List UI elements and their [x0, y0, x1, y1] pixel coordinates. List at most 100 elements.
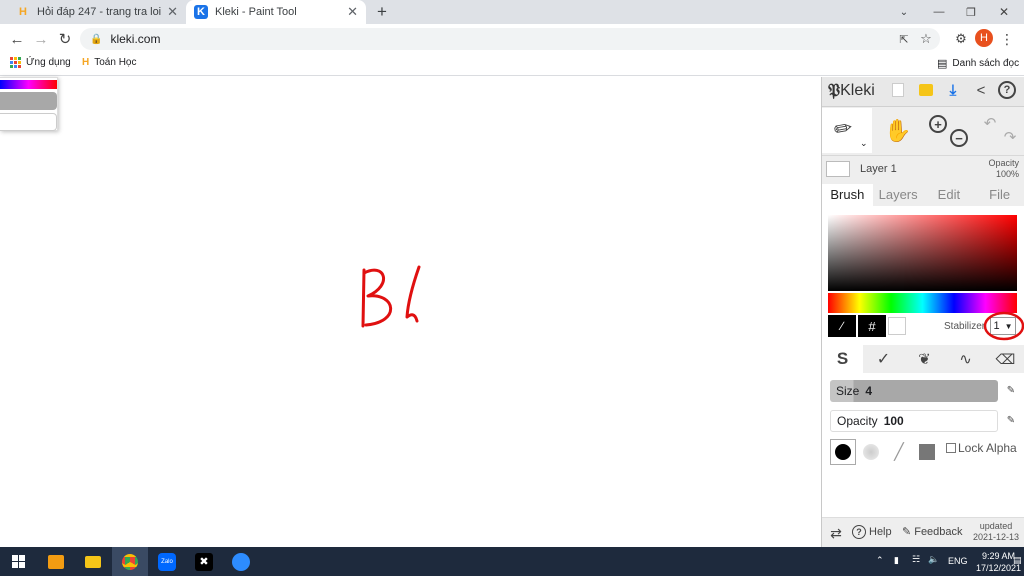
layer-row[interactable]: Layer 1 Opacity 100%	[822, 155, 1024, 183]
url-text: kleki.com	[110, 32, 161, 46]
minimize-button[interactable]: —	[930, 3, 948, 21]
sketchy-brush-icon[interactable]: ❦	[904, 345, 945, 373]
square-tip-button[interactable]	[914, 439, 940, 465]
popup-field[interactable]	[0, 113, 57, 131]
swap-side-icon[interactable]: ⇄	[828, 525, 844, 541]
chevron-down-icon: ⌄	[860, 138, 868, 148]
profile-avatar[interactable]: H	[975, 29, 993, 47]
bookmark-star-icon[interactable]: ☆	[918, 31, 934, 47]
tab-edit[interactable]: Edit	[924, 184, 975, 206]
chisel-tip-icon[interactable]: ╱	[886, 439, 912, 465]
close-tab-icon[interactable]: ✕	[167, 4, 178, 20]
zoom-app-icon[interactable]	[223, 547, 259, 576]
eraser-icon[interactable]: ⌫	[986, 345, 1024, 373]
size-value: 4	[865, 384, 873, 398]
reload-icon[interactable]: ↻	[56, 30, 74, 48]
maximize-button[interactable]: ❐	[962, 3, 980, 21]
tab-search-chevron-icon[interactable]: ⌄	[895, 3, 913, 21]
tray-chevron-icon[interactable]: ⌃	[876, 555, 884, 566]
help-label: Help	[869, 526, 892, 538]
tab-title: Hỏi đáp 247 - trang tra loi	[37, 6, 162, 18]
apps-label: Ứng dụng	[26, 57, 71, 68]
menu-kebab-icon[interactable]: ⋮	[1000, 30, 1014, 48]
new-tab-button[interactable]: +	[372, 2, 392, 22]
reading-list-bookmark[interactable]: ▤ Danh sách đọc	[937, 57, 1019, 70]
panel-tabs: Brush Layers Edit File	[822, 184, 1024, 206]
media-player-icon[interactable]	[38, 547, 74, 576]
help-icon[interactable]: ?	[998, 81, 1016, 99]
kleki-side-panel: 𝔓 Kleki ⤓ < ? ✏ ⌄ ✋ + − ↶ ↷ Layer 1 Opac…	[821, 77, 1024, 547]
language-indicator[interactable]: ENG	[948, 556, 968, 566]
share-page-icon[interactable]: ⇱	[896, 31, 912, 47]
extensions-icon[interactable]: ⚙	[952, 30, 970, 48]
pen-brush-icon[interactable]: S	[822, 345, 863, 373]
soft-tip-button[interactable]	[858, 439, 884, 465]
secondary-color-swatch[interactable]	[888, 317, 906, 335]
forward-arrow-icon[interactable]: →	[32, 30, 50, 48]
popup-slider[interactable]	[0, 92, 57, 110]
saturation-value-picker[interactable]	[828, 215, 1017, 291]
size-slider[interactable]: Size 4	[830, 380, 998, 402]
new-image-icon[interactable]	[892, 83, 904, 97]
hue-strip[interactable]	[0, 80, 57, 89]
hand-tool-icon[interactable]: ✋	[882, 115, 914, 147]
help-button[interactable]: ? Help	[852, 525, 892, 539]
opacity-slider[interactable]: Opacity 100	[830, 410, 998, 432]
feedback-button[interactable]: ✎ Feedback	[902, 525, 963, 539]
address-bar[interactable]: 🔒 kleki.com ⇱ ☆	[80, 28, 940, 50]
kleki-logo-text: Kleki	[840, 82, 875, 99]
eyedropper-icon[interactable]: ∕	[828, 315, 856, 337]
tab-strip: H Hỏi đáp 247 - trang tra loi ✕ K Kleki …	[0, 0, 1024, 24]
hand-drawn-strokes	[361, 265, 421, 328]
chrome-icon[interactable]	[112, 547, 148, 576]
toan-hoc-label: Toán Học	[94, 57, 137, 68]
updated-info: updated 2021-12-13	[973, 521, 1019, 543]
tab-brush[interactable]: Brush	[822, 184, 873, 206]
notification-icon[interactable]: ▤	[1013, 555, 1022, 566]
share-icon[interactable]: <	[972, 81, 990, 99]
tab-kleki[interactable]: K Kleki - Paint Tool ✕	[186, 0, 366, 24]
lock-alpha-checkbox[interactable]: Lock Alpha	[946, 441, 1017, 455]
wifi-icon[interactable]: ☵	[912, 554, 920, 565]
opacity-edit-icon[interactable]: ✎	[1004, 413, 1018, 427]
windows-logo-icon	[11, 555, 25, 568]
brush-tool-button[interactable]: ✏ ⌄	[822, 108, 872, 153]
tab-file[interactable]: File	[974, 184, 1024, 206]
hex-input-button[interactable]: #	[858, 315, 886, 337]
volume-icon[interactable]: 🔈	[928, 554, 939, 565]
windows-taskbar: Zalo ✖ ⌃ ▮ ☵ 🔈 ENG 9:29 AM 17/12/2021 ▤	[0, 547, 1024, 576]
square-tip-icon	[919, 444, 935, 460]
layer-thumbnail	[826, 161, 850, 177]
color-picker-popup[interactable]	[0, 77, 58, 131]
drawing-canvas[interactable]	[0, 77, 821, 547]
zoom-out-icon[interactable]: −	[950, 129, 968, 147]
layer-name: Layer 1	[860, 163, 897, 175]
battery-icon[interactable]: ▮	[894, 555, 899, 566]
tab-layers[interactable]: Layers	[873, 184, 924, 206]
toan-hoc-bookmark[interactable]: H Toán Học	[82, 57, 136, 68]
close-tab-icon[interactable]: ✕	[347, 4, 358, 20]
round-tip-button[interactable]	[830, 439, 856, 465]
apps-bookmark[interactable]: Ứng dụng	[10, 57, 71, 68]
close-window-button[interactable]: ✕	[995, 3, 1013, 21]
round-tip-icon	[835, 444, 851, 460]
open-folder-icon[interactable]	[919, 84, 933, 96]
tab-hoidap[interactable]: H Hỏi đáp 247 - trang tra loi ✕	[8, 0, 186, 24]
start-button[interactable]	[0, 547, 36, 576]
redo-icon[interactable]: ↷	[1002, 129, 1018, 146]
zoom-in-icon[interactable]: +	[929, 115, 947, 133]
canvas-drawing	[361, 265, 421, 328]
size-edit-icon[interactable]: ✎	[1004, 383, 1018, 397]
download-icon[interactable]: ⤓	[945, 81, 961, 99]
opacity-label: Opacity	[837, 414, 878, 428]
blend-brush-icon[interactable]: ✓	[863, 345, 904, 373]
back-arrow-icon[interactable]: ←	[8, 30, 26, 48]
undo-icon[interactable]: ↶	[982, 115, 998, 132]
zalo-icon[interactable]: Zalo	[149, 547, 185, 576]
checkbox-icon[interactable]	[946, 443, 956, 453]
lock-alpha-label: Lock Alpha	[958, 441, 1017, 455]
smooth-brush-icon[interactable]: ∿	[945, 345, 986, 373]
file-explorer-icon[interactable]	[75, 547, 111, 576]
layer-opacity: Opacity 100%	[988, 158, 1019, 180]
capcut-icon[interactable]: ✖	[186, 547, 222, 576]
